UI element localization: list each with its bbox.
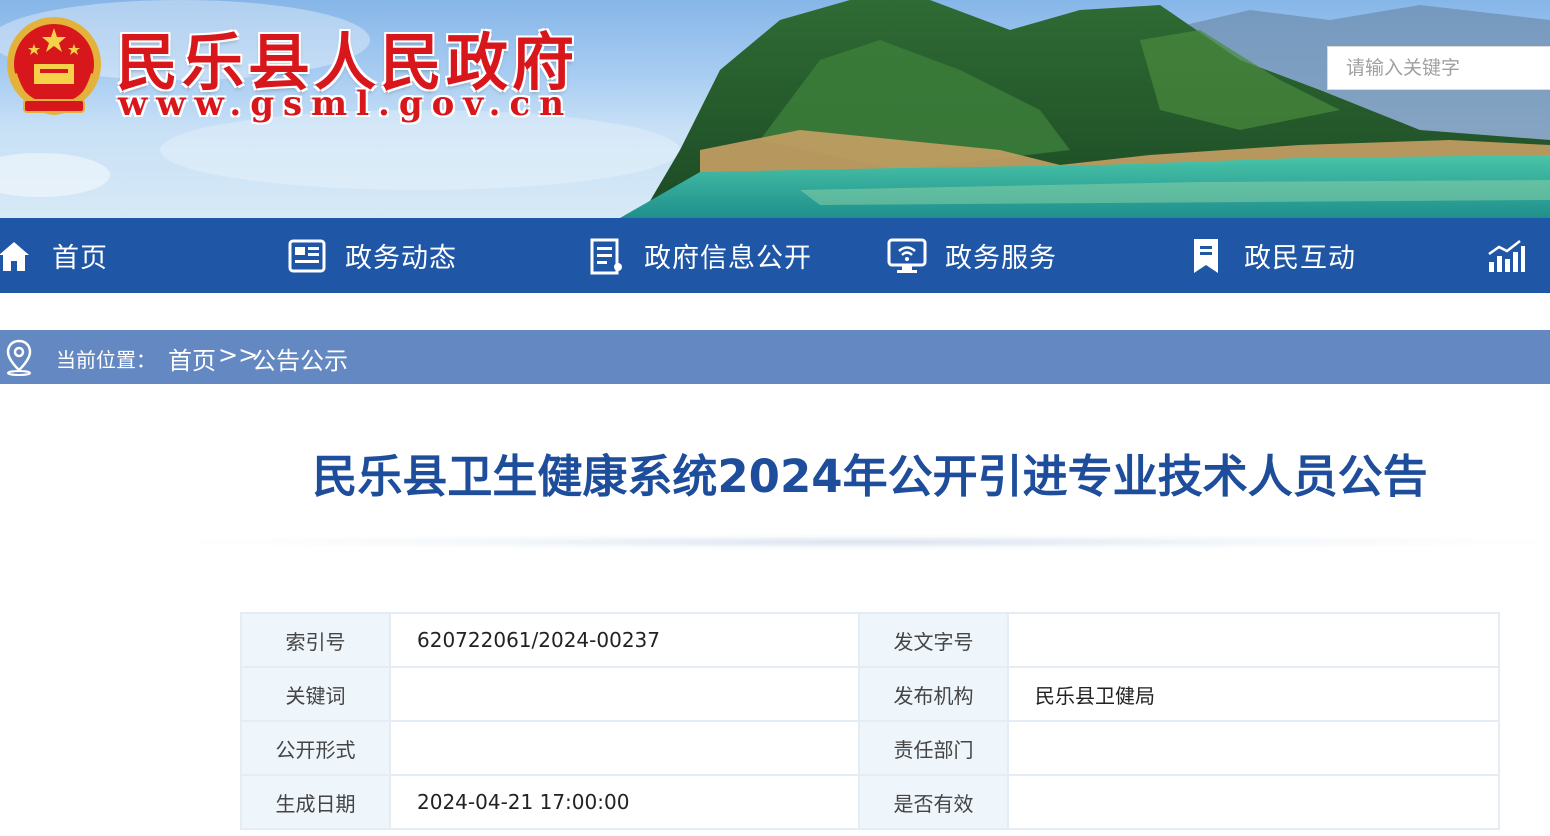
info-value: 2024-04-21 17:00:00: [389, 774, 860, 830]
table-row: 关键词 发布机构 民乐县卫健局: [240, 666, 1500, 722]
bar-chart-icon: [1486, 236, 1526, 276]
info-key: 公开形式: [240, 720, 391, 776]
info-key: 发文字号: [858, 612, 1009, 668]
info-value: 民乐县卫健局: [1007, 666, 1500, 722]
breadcrumb-current-link[interactable]: 公告公示: [252, 341, 348, 376]
header-banner: 民乐县人民政府 www.gsml.gov.cn: [0, 0, 1550, 218]
table-row: 索引号 620722061/2024-00237 发文字号: [240, 612, 1500, 668]
nav-item-info-disclosure[interactable]: 政府信息公开: [586, 218, 812, 293]
table-row: 公开形式 责任部门: [240, 720, 1500, 776]
nav-label: 政务动态: [345, 243, 457, 274]
site-url: www.gsml.gov.cn: [118, 84, 573, 124]
article-title: 民乐县卫生健康系统2024年公开引进专业技术人员公告: [312, 450, 1428, 503]
nav-label: 政务服务: [945, 243, 1057, 274]
nav-item-home[interactable]: 首页: [0, 218, 108, 293]
table-row: 生成日期 2024-04-21 17:00:00 是否有效: [240, 774, 1500, 830]
national-emblem-icon: [7, 17, 101, 116]
location-pin-icon: [6, 339, 32, 376]
info-key: 发布机构: [858, 666, 1009, 722]
nav-label: 政府信息公开: [644, 243, 812, 274]
nav-label: 首页: [52, 243, 108, 274]
info-value: [1007, 612, 1500, 668]
info-key: 关键词: [240, 666, 391, 722]
nav-item-news[interactable]: 政务动态: [287, 218, 457, 293]
info-key: 是否有效: [858, 774, 1009, 830]
title-divider: [200, 534, 1540, 550]
info-value: [1007, 774, 1500, 830]
nav-item-gov-service[interactable]: 政务服务: [887, 218, 1057, 293]
info-key: 生成日期: [240, 774, 391, 830]
bookmark-icon: [1186, 236, 1226, 276]
monitor-service-icon: [887, 236, 927, 276]
breadcrumb-home-link[interactable]: 首页: [168, 341, 216, 376]
breadcrumb-prefix: 当前位置：: [56, 348, 156, 372]
nav-label: 政民互动: [1244, 243, 1356, 274]
document-list-icon: [586, 236, 626, 276]
main-nav: 首页 政务动态 政府信息公开 政务服务 政民互动: [0, 218, 1550, 293]
nav-item-interaction[interactable]: 政民互动: [1186, 218, 1356, 293]
info-key: 索引号: [240, 612, 391, 668]
info-key: 责任部门: [858, 720, 1009, 776]
home-icon: [0, 236, 34, 276]
newspaper-icon: [287, 236, 327, 276]
info-value: [389, 720, 860, 776]
nav-item-data[interactable]: [1486, 218, 1544, 293]
breadcrumb: 当前位置： 首页 >> 公告公示: [0, 330, 1550, 384]
info-value: 620722061/2024-00237: [389, 612, 860, 668]
info-value: [1007, 720, 1500, 776]
info-value: [389, 666, 860, 722]
document-info-table: 索引号 620722061/2024-00237 发文字号 关键词 发布机构 民…: [240, 612, 1500, 830]
search-input[interactable]: [1327, 46, 1550, 90]
